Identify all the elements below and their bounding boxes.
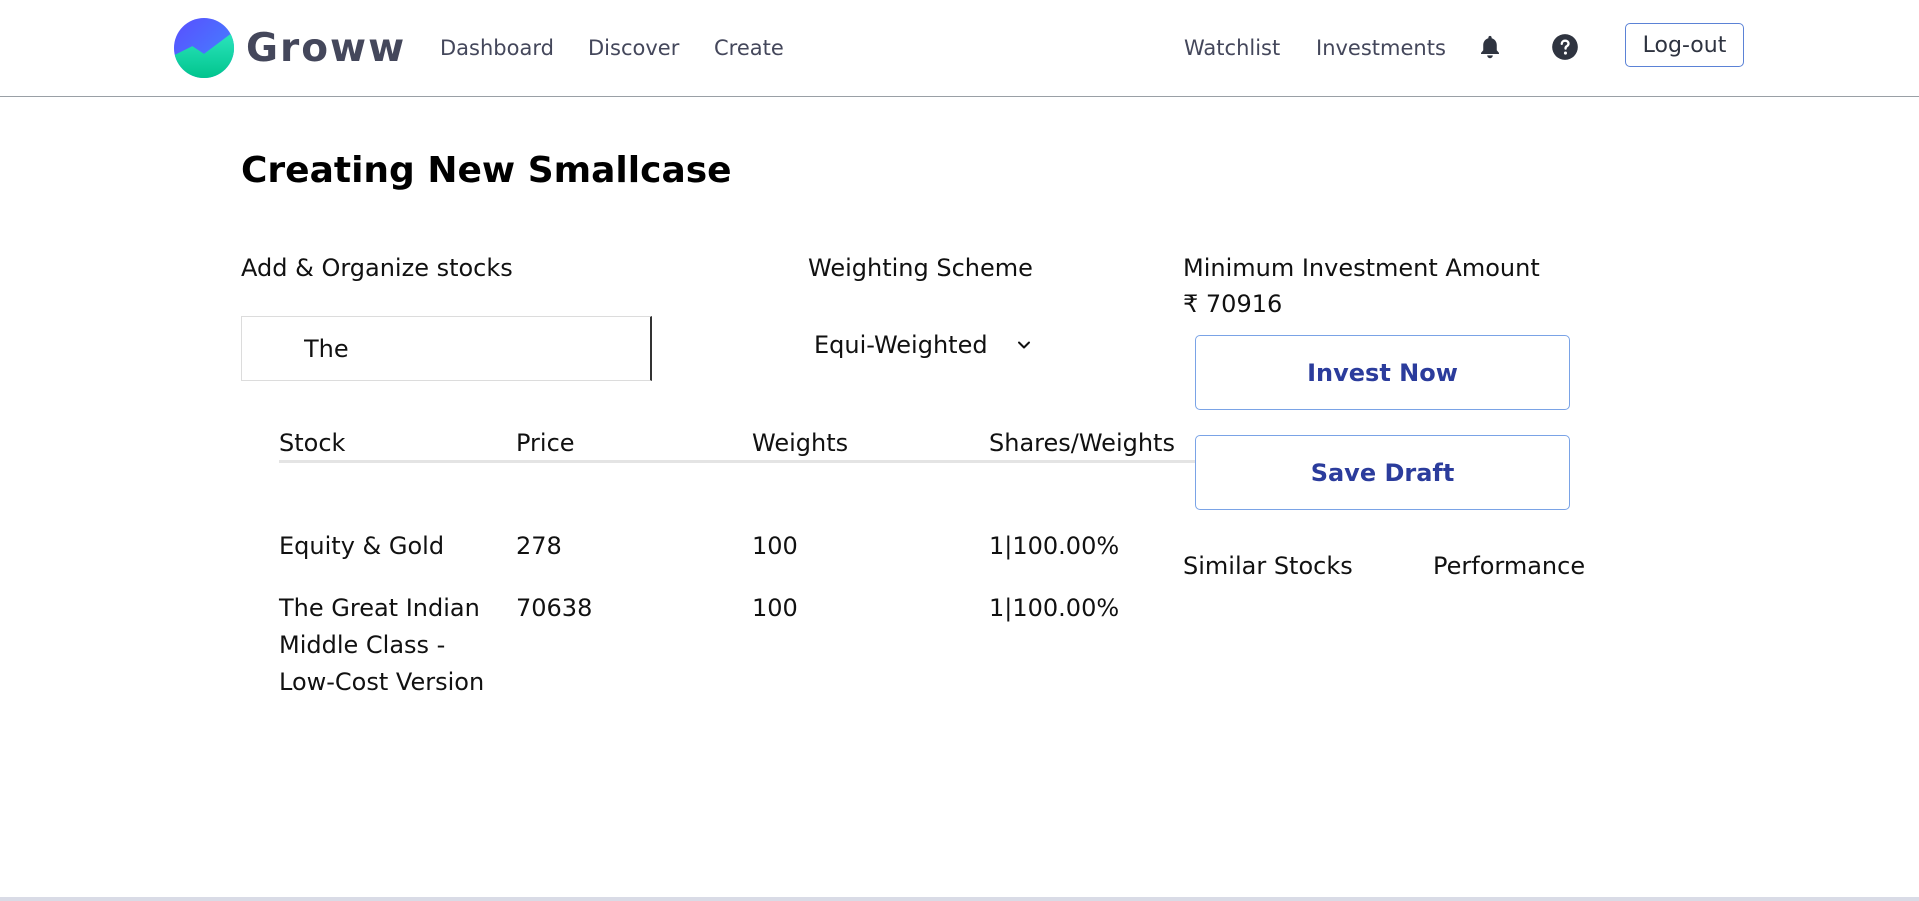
- weighting-scheme-value: Equi-Weighted: [814, 331, 988, 359]
- performance-heading: Performance: [1433, 552, 1586, 580]
- add-stocks-label: Add & Organize stocks: [241, 254, 513, 282]
- save-draft-button[interactable]: Save Draft: [1195, 435, 1570, 510]
- weighting-scheme-label: Weighting Scheme: [808, 254, 1033, 282]
- chevron-down-icon: [1017, 341, 1030, 349]
- nav-watchlist[interactable]: Watchlist: [1184, 36, 1280, 60]
- header-shares-weights: Shares/Weights: [989, 429, 1175, 457]
- min-investment-amount: ₹ 70916: [1183, 290, 1283, 318]
- nav-investments[interactable]: Investments: [1316, 36, 1446, 60]
- brand-name: Groww: [246, 25, 407, 71]
- min-investment-label: Minimum Investment Amount: [1183, 254, 1540, 282]
- invest-now-button[interactable]: Invest Now: [1195, 335, 1570, 410]
- cell-price: 278: [516, 532, 562, 560]
- weighting-scheme-select[interactable]: Equi-Weighted: [808, 324, 1032, 366]
- similar-stocks-heading: Similar Stocks: [1183, 552, 1353, 580]
- logout-button[interactable]: Log-out: [1625, 23, 1744, 67]
- brand-logo-link[interactable]: Groww: [173, 16, 406, 80]
- cell-weights: 100: [752, 532, 798, 560]
- table-header-divider: [279, 460, 1195, 463]
- cell-stock: Equity & Gold: [279, 532, 445, 560]
- header-price: Price: [516, 429, 575, 457]
- stock-search-input[interactable]: [241, 316, 652, 381]
- cell-shares-weights: 1|100.00%: [989, 594, 1120, 622]
- header-weights: Weights: [752, 429, 849, 457]
- nav-create[interactable]: Create: [714, 36, 784, 60]
- top-navbar: Groww Dashboard Discover Create Watchlis…: [0, 0, 1919, 97]
- bottom-scroll-strip: [0, 897, 1919, 901]
- nav-discover[interactable]: Discover: [588, 36, 679, 60]
- cell-price: 70638: [516, 594, 593, 622]
- cell-stock: The Great Indian Middle Class - Low-Cost…: [279, 594, 485, 696]
- nav-dashboard[interactable]: Dashboard: [440, 36, 554, 60]
- header-stock: Stock: [279, 429, 346, 457]
- groww-logo-icon: [173, 17, 235, 79]
- cell-shares-weights: 1|100.00%: [989, 532, 1120, 560]
- help-icon[interactable]: [1551, 33, 1579, 61]
- cell-weights: 100: [752, 594, 798, 622]
- page-title: Creating New Smallcase: [241, 150, 732, 191]
- bell-icon[interactable]: [1476, 33, 1504, 61]
